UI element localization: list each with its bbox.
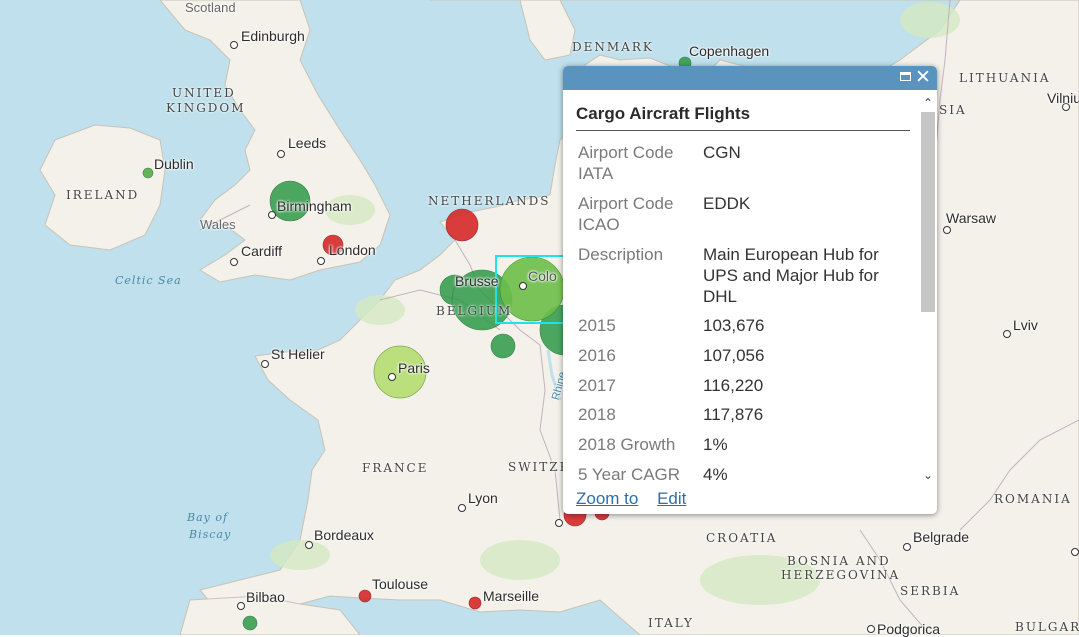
country-label-netherlands: NETHERLANDS [428, 194, 551, 208]
sea-label-celtic: Celtic Sea [115, 274, 182, 287]
attribute-label: 2015 [578, 316, 616, 335]
attribute-value: 4% [703, 465, 728, 484]
popup-scrollbar[interactable]: ⌃ ⌄ [919, 96, 935, 482]
attribute-label: 5 Year CAGR [578, 465, 681, 484]
attribute-label: 2016 [578, 346, 616, 365]
country-label-bosnia-1: BOSNIA AND [787, 554, 891, 568]
attribute-label: 2017 [578, 376, 616, 395]
country-label-bosnia-2: HERZEGOVINA [781, 568, 901, 582]
city-dot-east [1071, 548, 1079, 556]
city-dot-lviv [1003, 330, 1011, 338]
sea-label-bay-of: Bay of [187, 511, 229, 524]
maximize-icon[interactable] [900, 72, 911, 81]
city-dot-lyon [458, 504, 466, 512]
city-dot-cologne [519, 282, 527, 290]
marker-toulouse [358, 589, 372, 603]
popup-actions: Zoom to Edit [576, 489, 700, 509]
city-label-birmingham: Birmingham [277, 198, 352, 214]
city-label-brussels: Brusse [455, 273, 499, 289]
attribute-value: 117,876 [703, 405, 764, 424]
attribute-value: 1% [703, 435, 728, 454]
country-label-romania: ROMANIA [994, 492, 1072, 506]
sea-label-biscay: Biscay [189, 528, 232, 541]
attribute-value: CGN [703, 143, 741, 162]
zoom-to-link[interactable]: Zoom to [576, 489, 638, 508]
city-dot-london [317, 257, 325, 265]
city-label-bilbao: Bilbao [246, 589, 285, 605]
country-label-serbia: SERBIA [900, 584, 961, 598]
attribute-value: 107,056 [703, 346, 765, 365]
attribute-value: Main European Hub for UPS and Major Hub … [703, 245, 879, 306]
city-dot-paris [388, 373, 396, 381]
city-dot-cardiff [230, 258, 238, 266]
city-label-vilnius: Vilniu [1047, 90, 1079, 106]
city-dot-warsaw [943, 226, 951, 234]
city-label-marseille: Marseille [483, 588, 540, 604]
country-label-france: FRANCE [362, 461, 429, 475]
attribute-label: Airport Code ICAO [578, 194, 674, 234]
city-label-warsaw: Warsaw [946, 210, 997, 226]
attribute-label: 2018 [578, 405, 616, 424]
region-label-wales: Wales [200, 217, 236, 232]
attribute-label: Description [578, 245, 664, 264]
popup-title: Cargo Aircraft Flights [576, 104, 751, 123]
city-label-dublin: Dublin [154, 156, 194, 172]
attribute-label: 2018 Growth [578, 435, 676, 454]
city-label-lviv: Lviv [1013, 317, 1038, 333]
title-divider [576, 130, 910, 131]
city-dot-belgrade [903, 543, 911, 551]
city-label-cardiff: Cardiff [241, 243, 282, 259]
city-dot-bordeaux [305, 541, 313, 549]
country-label-lithuania: LITHUANIA [959, 71, 1051, 85]
attribute-value: 103,676 [703, 316, 765, 335]
city-label-toulouse: Toulouse [372, 576, 429, 592]
country-label-bulgaria: BULGAR [1015, 620, 1079, 634]
chevron-down-icon[interactable]: ⌄ [921, 468, 935, 482]
country-label-ireland: IRELAND [66, 188, 140, 202]
country-label-united: UNITED [172, 86, 236, 100]
country-label-italy: ITALY [648, 616, 694, 630]
marker-luxembourg [490, 333, 516, 359]
marker-marseille [468, 596, 482, 610]
marker-dublin [142, 167, 154, 179]
city-dot-birmingham [268, 211, 276, 219]
country-label-sia: SIA [939, 103, 967, 117]
region-label-scotland: Scotland [185, 0, 236, 15]
close-icon[interactable]: ✕ [913, 67, 933, 87]
city-dot-leeds [277, 150, 285, 158]
city-label-belgrade: Belgrade [913, 529, 970, 545]
country-label-denmark: DENMARK [572, 40, 654, 54]
city-dot-edinburgh [230, 41, 238, 49]
city-dot-podgorica [867, 625, 875, 633]
city-dot-st-helier [261, 360, 269, 368]
marker-bilbao [242, 615, 258, 631]
city-label-edinburgh: Edinburgh [241, 28, 305, 44]
feature-popup[interactable]: ✕ Cargo Aircraft Flights Airport Code IA… [563, 66, 937, 514]
country-label-switzerland: SWITZE [508, 460, 571, 474]
attribute-value: EDDK [703, 194, 751, 213]
country-label-kingdom: KINGDOM [166, 101, 246, 115]
city-dot-milan [555, 519, 563, 527]
scrollbar-thumb[interactable] [921, 112, 935, 312]
country-label-belgium: BELGIUM [436, 304, 513, 318]
attribute-label: Airport Code IATA [578, 143, 674, 183]
city-dot-bilbao [237, 602, 245, 610]
city-label-paris: Paris [398, 360, 430, 376]
city-label-copenhagen: Copenhagen [689, 43, 770, 59]
city-label-st-helier: St Helier [271, 346, 325, 362]
marker-amsterdam [445, 208, 479, 242]
city-label-london: London [329, 242, 376, 258]
popup-header-bar: ✕ [563, 66, 937, 90]
city-label-bordeaux: Bordeaux [314, 527, 374, 543]
country-label-croatia: CROATIA [706, 531, 778, 545]
city-label-cologne: Colo [528, 268, 557, 284]
attribute-value: 116,220 [703, 376, 764, 395]
edit-link[interactable]: Edit [657, 489, 686, 508]
city-label-leeds: Leeds [288, 135, 327, 151]
chevron-up-icon[interactable]: ⌃ [921, 96, 935, 110]
city-label-lyon: Lyon [468, 490, 498, 506]
